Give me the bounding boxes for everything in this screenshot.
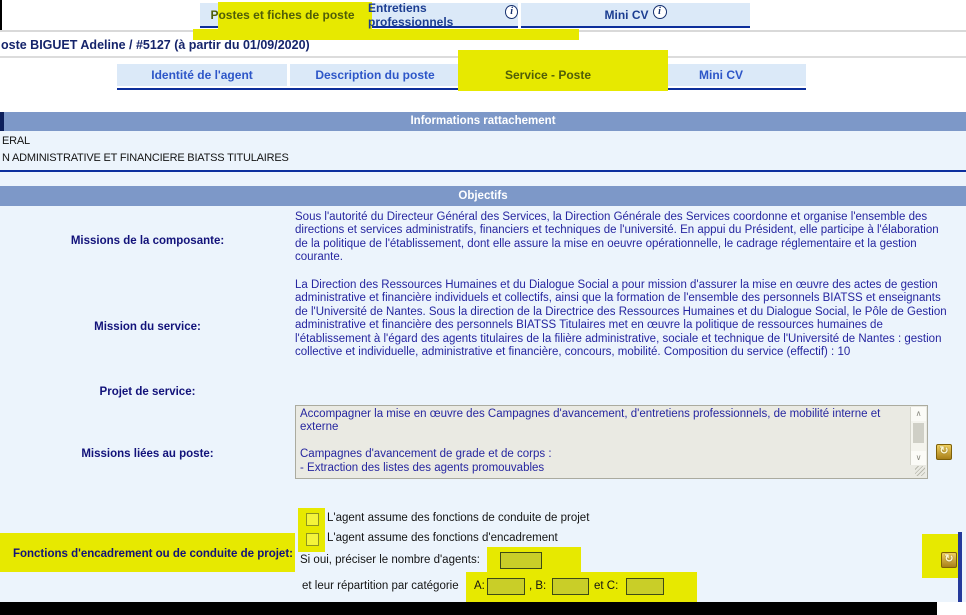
tab-label: Postes et fiches de poste — [210, 8, 354, 22]
missions-liees-text: Accompagner la mise en œuvre des Campagn… — [300, 408, 907, 475]
inner-tab-bar: Identité de l'agent Description du poste… — [117, 64, 806, 90]
scroll-up-icon[interactable]: ∧ — [911, 407, 926, 421]
info-icon[interactable]: i — [505, 5, 518, 19]
section-header-objectifs: Objectifs — [0, 186, 966, 206]
bottom-black-bar — [0, 602, 937, 615]
missions-liees-textarea[interactable]: Accompagner la mise en œuvre des Campagn… — [295, 405, 928, 479]
divider — [0, 30, 966, 32]
cat-a-input[interactable] — [487, 578, 525, 595]
resize-grip[interactable] — [915, 466, 925, 476]
scrollbar-thumb[interactable] — [913, 423, 924, 443]
cat-c-label: et C: — [594, 580, 618, 592]
divider — [0, 56, 966, 58]
tab-label: Service - Poste — [505, 68, 591, 82]
mission-service-text: La Direction des Ressources Humaines et … — [295, 279, 951, 359]
missions-composante-text: Sous l'autorité du Directeur Général des… — [295, 211, 951, 265]
header-left-notch — [0, 112, 4, 131]
rattachement-line-1: ERAL — [2, 135, 30, 147]
refresh-icon[interactable]: ↻ — [936, 444, 952, 460]
divider-navy — [0, 170, 966, 172]
tab-mini-cv-top[interactable]: Mini CV i — [521, 3, 750, 28]
tab-entretiens-professionnels[interactable]: Entretiens professionnels i — [368, 3, 518, 28]
info-icon[interactable]: i — [653, 5, 667, 19]
tab-description-poste[interactable]: Description du poste — [290, 64, 460, 86]
page: Postes et fiches de poste Entretiens pro… — [0, 0, 966, 615]
repartition-label: et leur répartition par catégorie — [302, 580, 459, 592]
tab-postes-et-fiches[interactable]: Postes et fiches de poste — [200, 3, 365, 28]
conduite-projet-label: L'agent assume des fonctions de conduite… — [327, 512, 589, 524]
rattachement-line-2: N ADMINISTRATIVE ET FINANCIERE BIATSS TI… — [2, 152, 289, 164]
tab-label: Mini CV — [605, 8, 649, 22]
tab-identite-agent[interactable]: Identité de l'agent — [117, 64, 287, 86]
encadrement-checkbox[interactable] — [306, 533, 319, 546]
label-missions-liees: Missions liées au poste: — [0, 448, 295, 460]
tab-label: Identité de l'agent — [151, 68, 253, 82]
right-edge-strip — [958, 532, 962, 602]
label-fonctions-encadrement: Fonctions d'encadrement ou de conduite d… — [0, 548, 293, 560]
cat-b-label: , B: — [529, 580, 546, 592]
label-missions-composante: Missions de la composante: — [0, 235, 295, 247]
encadrement-checkbox-label: L'agent assume des fonctions d'encadreme… — [327, 532, 558, 544]
tab-mini-cv-inner[interactable]: Mini CV — [636, 64, 806, 86]
scrollbar[interactable]: ∧ ∨ — [910, 407, 926, 465]
page-title: oste BIGUET Adeline / #5127 (à partir du… — [1, 38, 310, 52]
tab-label: Mini CV — [699, 68, 743, 82]
scroll-down-icon[interactable]: ∨ — [911, 451, 926, 465]
tab-service-poste[interactable]: Service - Poste — [463, 64, 633, 86]
refresh-icon[interactable]: ↻ — [941, 552, 957, 568]
label-projet-service: Projet de service: — [0, 386, 295, 398]
si-oui-label: Si oui, préciser le nombre d'agents: — [300, 554, 480, 566]
cat-c-input[interactable] — [626, 578, 664, 595]
label-mission-service: Mission du service: — [0, 321, 295, 333]
tab-label: Description du poste — [315, 68, 434, 82]
cat-b-input[interactable] — [552, 578, 589, 595]
tab-label: Entretiens professionnels — [368, 1, 501, 29]
nb-agents-input[interactable] — [500, 552, 542, 569]
conduite-projet-checkbox[interactable] — [306, 513, 319, 526]
section-header-informations-rattachement: Informations rattachement — [0, 112, 966, 131]
cat-a-label: A: — [474, 580, 485, 592]
left-edge-sliver — [0, 0, 2, 31]
